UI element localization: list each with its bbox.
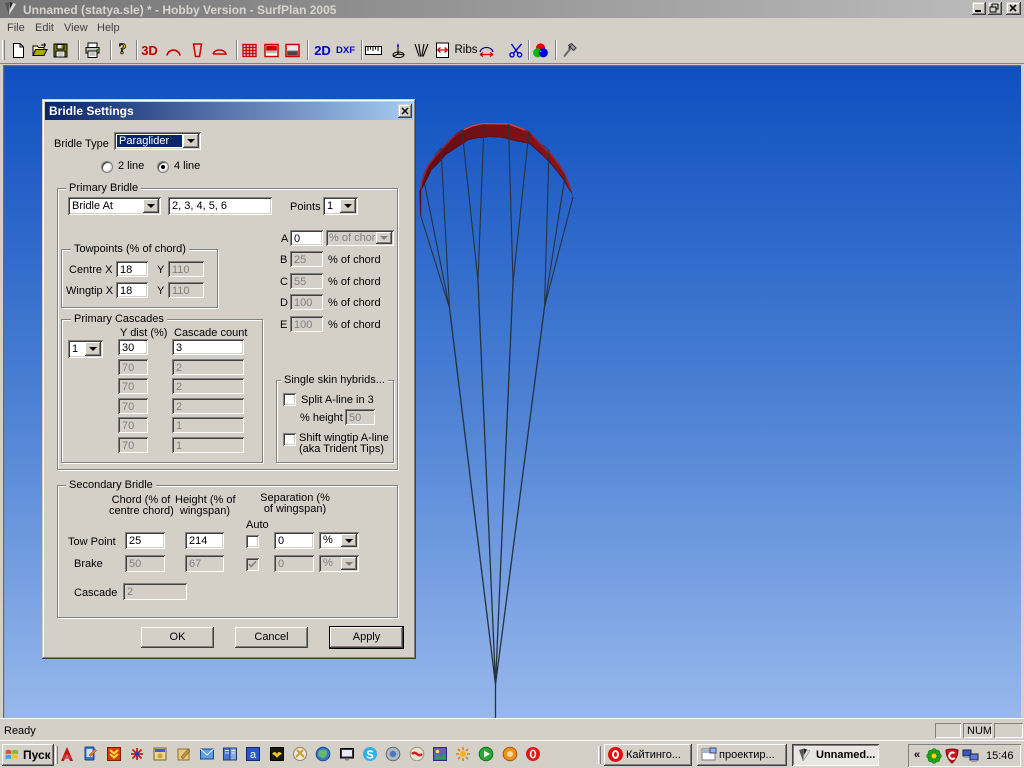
svg-text:a: a: [250, 749, 257, 761]
